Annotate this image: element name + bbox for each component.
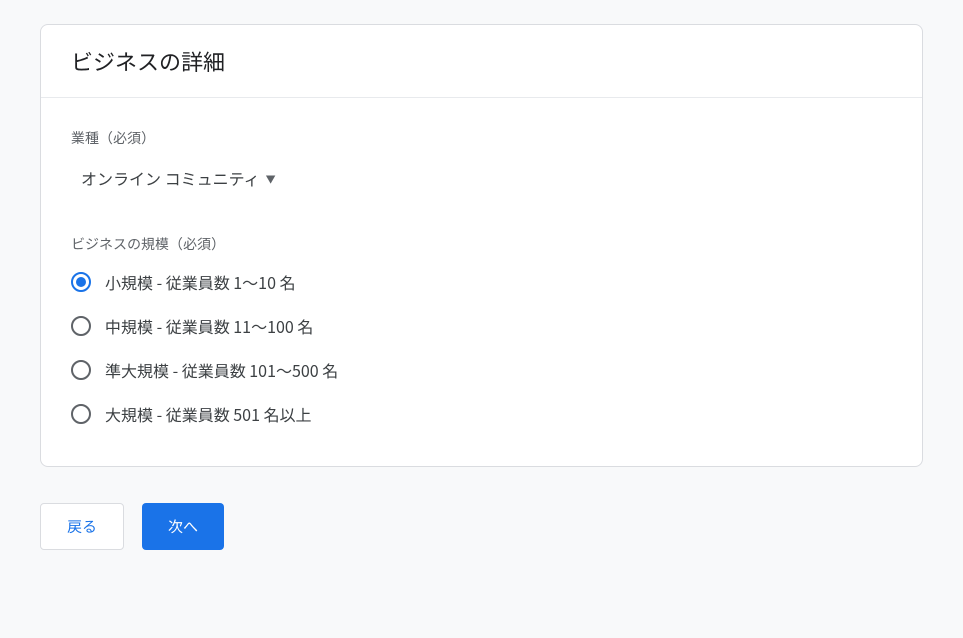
radio-option-large[interactable]: 準大規模 - 従業員数 101～500 名 xyxy=(71,358,892,382)
card-title: ビジネスの詳細 xyxy=(71,45,892,77)
footer-actions: 戻る 次へ xyxy=(40,503,923,550)
industry-dropdown[interactable]: オンライン コミュニティ ▼ xyxy=(73,162,284,194)
radio-icon xyxy=(71,360,91,380)
business-size-radio-group: 小規模 - 従業員数 1～10 名 中規模 - 従業員数 11～100 名 準大… xyxy=(71,270,892,426)
business-details-card: ビジネスの詳細 業種（必須） オンライン コミュニティ ▼ ビジネスの規模（必須… xyxy=(40,24,923,467)
radio-icon xyxy=(71,404,91,424)
radio-label: 小規模 - 従業員数 1～10 名 xyxy=(105,270,296,294)
radio-label: 準大規模 - 従業員数 101～500 名 xyxy=(105,358,338,382)
radio-option-xlarge[interactable]: 大規模 - 従業員数 501 名以上 xyxy=(71,402,892,426)
radio-icon xyxy=(71,316,91,336)
radio-label: 大規模 - 従業員数 501 名以上 xyxy=(105,402,312,426)
business-size-label: ビジネスの規模（必須） xyxy=(71,234,892,254)
radio-selected-dot xyxy=(76,277,86,287)
industry-label: 業種（必須） xyxy=(71,128,892,148)
radio-icon xyxy=(71,272,91,292)
card-header: ビジネスの詳細 xyxy=(41,25,922,98)
industry-selected-value: オンライン コミュニティ xyxy=(81,166,260,190)
radio-option-small[interactable]: 小規模 - 従業員数 1～10 名 xyxy=(71,270,892,294)
radio-option-medium[interactable]: 中規模 - 従業員数 11～100 名 xyxy=(71,314,892,338)
next-button[interactable]: 次へ xyxy=(142,503,224,550)
back-button[interactable]: 戻る xyxy=(40,503,124,550)
radio-label: 中規模 - 従業員数 11～100 名 xyxy=(105,314,313,338)
card-body: 業種（必須） オンライン コミュニティ ▼ ビジネスの規模（必須） 小規模 - … xyxy=(41,98,922,466)
chevron-down-icon: ▼ xyxy=(266,171,276,186)
